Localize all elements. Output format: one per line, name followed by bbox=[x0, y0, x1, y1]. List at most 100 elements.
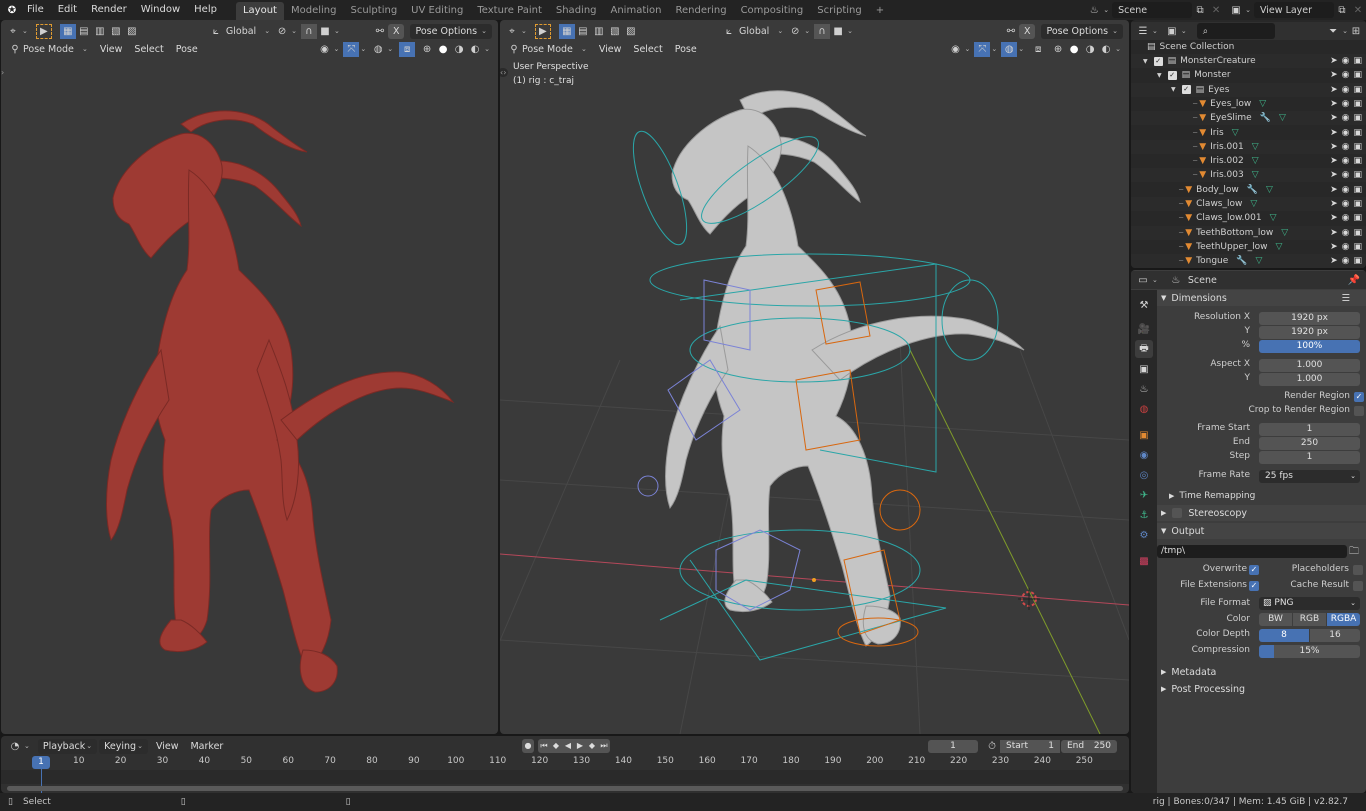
modifiers-tab-icon[interactable]: ◉ bbox=[1135, 446, 1153, 464]
visibility-eye-icon[interactable]: ◉ bbox=[1342, 70, 1350, 80]
mesh-data-icon[interactable]: ▽ bbox=[1250, 199, 1257, 209]
scene-tab-icon[interactable]: ♨ bbox=[1135, 380, 1153, 398]
visibility-eye-icon[interactable]: ◉ bbox=[1342, 56, 1350, 66]
time-remapping-subpanel[interactable]: ▶ Time Remapping bbox=[1157, 488, 1366, 504]
outliner-search-input[interactable]: ⌕ bbox=[1196, 23, 1275, 39]
world-tab-icon[interactable]: ◍ bbox=[1135, 400, 1153, 418]
mesh-data-icon[interactable]: ▽ bbox=[1279, 113, 1286, 123]
mesh-data-icon[interactable]: ▽ bbox=[1266, 185, 1273, 195]
bone-constraints-tab-icon[interactable]: ⚙ bbox=[1135, 526, 1153, 544]
object-data-armature-tab-icon[interactable]: ✈ bbox=[1135, 486, 1153, 504]
editor-type-icon[interactable]: ◔ bbox=[7, 739, 23, 754]
selectable-arrow-icon[interactable]: ➤ bbox=[1330, 142, 1338, 152]
jump-start-button[interactable]: ⏮ bbox=[538, 739, 550, 753]
outliner-row[interactable]: ─ ▼ EyeSlime 🔧 ▽ ➤ ◉ ▣ bbox=[1131, 111, 1366, 126]
modifier-wrench-icon[interactable]: 🔧 bbox=[1260, 113, 1271, 123]
resolution-x-field[interactable]: 1920 px bbox=[1259, 312, 1360, 325]
render-camera-icon[interactable]: ▣ bbox=[1353, 185, 1362, 195]
color-depth-8-button[interactable]: 8 bbox=[1259, 629, 1309, 642]
folder-icon[interactable]: 🗀 bbox=[1349, 544, 1363, 558]
visibility-eye-icon[interactable]: ◉ bbox=[1342, 213, 1350, 223]
render-camera-icon[interactable]: ▣ bbox=[1353, 156, 1362, 166]
selectable-arrow-icon[interactable]: ➤ bbox=[1330, 128, 1338, 138]
menu-view[interactable]: View bbox=[150, 741, 185, 752]
visibility-eye-icon[interactable]: ◉ bbox=[1342, 185, 1350, 195]
render-camera-icon[interactable]: ▣ bbox=[1353, 70, 1362, 80]
selectable-arrow-icon[interactable]: ➤ bbox=[1330, 199, 1338, 209]
aspect-x-field[interactable]: 1.000 bbox=[1259, 359, 1360, 372]
mesh-data-icon[interactable]: ▽ bbox=[1252, 170, 1259, 180]
red-creature-sculpt[interactable] bbox=[1, 20, 498, 734]
selectable-arrow-icon[interactable]: ➤ bbox=[1330, 170, 1338, 180]
scene-icon[interactable]: ♨ bbox=[1086, 3, 1102, 18]
outliner-row-scene-collection[interactable]: ▤ Scene Collection bbox=[1131, 40, 1366, 54]
prev-keyframe-button[interactable]: ◆ bbox=[550, 739, 562, 753]
visibility-eye-icon[interactable]: ◉ bbox=[1342, 256, 1350, 266]
metadata-panel-header[interactable]: ▶ Metadata bbox=[1157, 664, 1366, 680]
scene-selector[interactable]: Scene bbox=[1112, 2, 1193, 18]
mesh-data-icon[interactable]: ▽ bbox=[1256, 256, 1263, 266]
post-processing-panel-header[interactable]: ▶ Post Processing bbox=[1157, 681, 1366, 697]
render-camera-icon[interactable]: ▣ bbox=[1353, 113, 1362, 123]
visibility-eye-icon[interactable]: ◉ bbox=[1342, 142, 1350, 152]
mesh-data-icon[interactable]: ▽ bbox=[1252, 142, 1259, 152]
selectable-arrow-icon[interactable]: ➤ bbox=[1330, 85, 1338, 95]
render-camera-icon[interactable]: ▣ bbox=[1353, 142, 1362, 152]
start-frame-field[interactable]: Start 1 bbox=[1000, 739, 1060, 753]
modifier-wrench-icon[interactable]: 🔧 bbox=[1247, 185, 1258, 195]
visibility-eye-icon[interactable]: ◉ bbox=[1342, 128, 1350, 138]
view-layer-selector[interactable]: View Layer bbox=[1254, 2, 1334, 18]
visibility-eye-icon[interactable]: ◉ bbox=[1342, 242, 1350, 252]
visibility-eye-icon[interactable]: ◉ bbox=[1342, 228, 1350, 238]
exclude-checkbox[interactable]: ✓ bbox=[1153, 56, 1163, 66]
compression-slider[interactable]: 15% bbox=[1259, 645, 1360, 658]
outliner-row[interactable]: ─ ▼ Body_low 🔧 ▽ ➤ ◉ ▣ bbox=[1131, 183, 1366, 197]
outliner-row[interactable]: ─ ▼ TeethBottom_low ▽ ➤ ◉ ▣ bbox=[1131, 225, 1366, 240]
crop-region-checkbox[interactable] bbox=[1354, 406, 1364, 416]
frame-start-field[interactable]: 1 bbox=[1259, 423, 1360, 436]
presets-icon[interactable]: ☰ bbox=[1341, 293, 1350, 304]
stereoscopy-checkbox[interactable] bbox=[1172, 508, 1183, 518]
mesh-data-icon[interactable]: ▽ bbox=[1232, 128, 1239, 138]
playback-menu[interactable]: Playback ⌄ bbox=[37, 738, 98, 754]
tab-modeling[interactable]: Modeling bbox=[284, 2, 344, 20]
exclude-checkbox[interactable]: ✓ bbox=[1181, 85, 1191, 95]
selectable-arrow-icon[interactable]: ➤ bbox=[1330, 256, 1338, 266]
render-region-checkbox[interactable]: ✓ bbox=[1354, 392, 1364, 402]
tab-rendering[interactable]: Rendering bbox=[668, 2, 733, 20]
display-mode-icon[interactable]: ☰ bbox=[1135, 24, 1151, 39]
disclosure-triangle-icon[interactable]: ▼ bbox=[1143, 58, 1148, 65]
tab-layout[interactable]: Layout bbox=[235, 2, 284, 20]
render-camera-icon[interactable]: ▣ bbox=[1353, 213, 1362, 223]
selectable-arrow-icon[interactable]: ➤ bbox=[1330, 242, 1338, 252]
menu-window[interactable]: Window bbox=[134, 0, 187, 20]
menu-edit[interactable]: Edit bbox=[51, 0, 84, 20]
file-extensions-checkbox[interactable]: ✓ bbox=[1249, 581, 1259, 591]
visibility-eye-icon[interactable]: ◉ bbox=[1342, 199, 1350, 209]
selectable-arrow-icon[interactable]: ➤ bbox=[1330, 113, 1338, 123]
viewport-right[interactable]: ⌖ ⌄ ▶ ▦ ▤ ▥ ▧ ▨ ⟀ Global ⌄ ⊘ ⌄ ∩ ■ ⌄ ⚯ X Pos… bbox=[500, 20, 1129, 734]
tab-texture-paint[interactable]: Texture Paint bbox=[470, 2, 549, 20]
file-format-select[interactable]: ▨ PNG ⌄ bbox=[1259, 597, 1360, 610]
output-path-input[interactable]: /tmp\ bbox=[1157, 545, 1347, 558]
menu-file[interactable]: File bbox=[20, 0, 51, 20]
outliner-row[interactable]: ▼ ✓ ▤ Monster ➤ ◉ ▣ bbox=[1131, 68, 1366, 82]
play-button[interactable]: ▶ bbox=[574, 739, 586, 753]
frame-rate-select[interactable]: 25 fps ⌄ bbox=[1259, 470, 1360, 483]
outliner-row[interactable]: ─ ▼ Claws_low ▽ ➤ ◉ ▣ bbox=[1131, 197, 1366, 211]
tab-shading[interactable]: Shading bbox=[549, 2, 604, 20]
outliner-row[interactable]: ─ ▼ Iris.002 ▽ ➤ ◉ ▣ bbox=[1131, 154, 1366, 168]
view-layer-icon[interactable]: ▣ bbox=[1228, 3, 1244, 18]
object-tab-icon[interactable]: ▣ bbox=[1135, 426, 1153, 444]
outliner-row[interactable]: ─ ▼ TeethUpper_low ▽ ➤ ◉ ▣ bbox=[1131, 240, 1366, 254]
outliner-row[interactable]: ▼ ✓ ▤ MonsterCreature ➤ ◉ ▣ bbox=[1131, 54, 1366, 68]
physics-tab-icon[interactable]: ◎ bbox=[1135, 466, 1153, 484]
visibility-eye-icon[interactable]: ◉ bbox=[1342, 156, 1350, 166]
mesh-data-icon[interactable]: ▽ bbox=[1259, 99, 1266, 109]
selectable-arrow-icon[interactable]: ➤ bbox=[1330, 213, 1338, 223]
visibility-eye-icon[interactable]: ◉ bbox=[1342, 170, 1350, 180]
frame-end-field[interactable]: 250 bbox=[1259, 437, 1360, 450]
stereoscopy-panel-header[interactable]: ▶ Stereoscopy bbox=[1157, 505, 1366, 521]
outliner-row[interactable]: ─ ▼ Iris.003 ▽ ➤ ◉ ▣ bbox=[1131, 168, 1366, 183]
exclude-checkbox[interactable]: ✓ bbox=[1167, 70, 1177, 80]
